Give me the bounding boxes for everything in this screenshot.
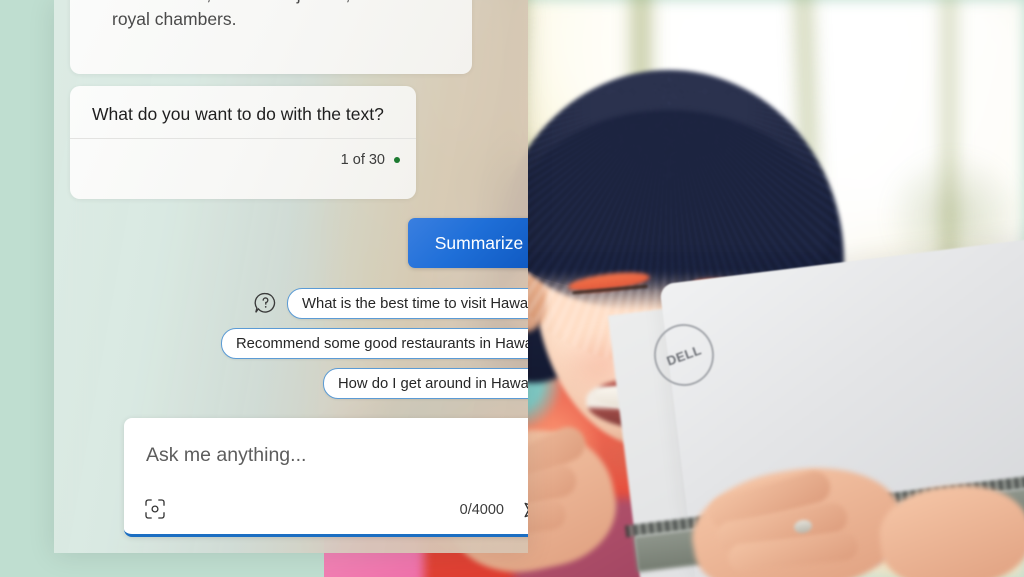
status-dot (394, 157, 400, 163)
screen-capture-icon[interactable] (144, 498, 166, 520)
prompt-counter: 1 of 30 (340, 152, 385, 168)
summarize-button[interactable]: Summarize (408, 218, 528, 268)
prompt-card: What do you want to do with the text? 1 … (70, 86, 416, 199)
prompt-card-divider (70, 138, 416, 139)
question-bubble-icon (253, 291, 278, 316)
ask-input[interactable] (144, 432, 528, 478)
dell-logo-text: DELL (664, 341, 704, 369)
message-composer: 0/4000 (124, 418, 528, 537)
chat-panel: palace in the U.S., where you can see th… (54, 0, 528, 553)
assistant-answer-bubble: palace in the U.S., where you can see th… (70, 0, 472, 74)
character-counter: 0/4000 (459, 502, 504, 518)
microphone-icon[interactable] (524, 438, 528, 466)
prompt-counter-row: 1 of 30 (341, 152, 400, 168)
send-icon[interactable] (522, 497, 528, 523)
suggestion-chip[interactable]: What is the best time to visit Hawaii? (287, 288, 528, 319)
prompt-question: What do you want to do with the text? (92, 104, 384, 124)
assistant-answer-text: palace in the U.S., where you can see th… (112, 0, 414, 29)
suggestion-chip[interactable]: Recommend some good restaurants in Hawai… (221, 328, 528, 359)
suggestion-chip[interactable]: How do I get around in Hawaii? (323, 368, 528, 399)
